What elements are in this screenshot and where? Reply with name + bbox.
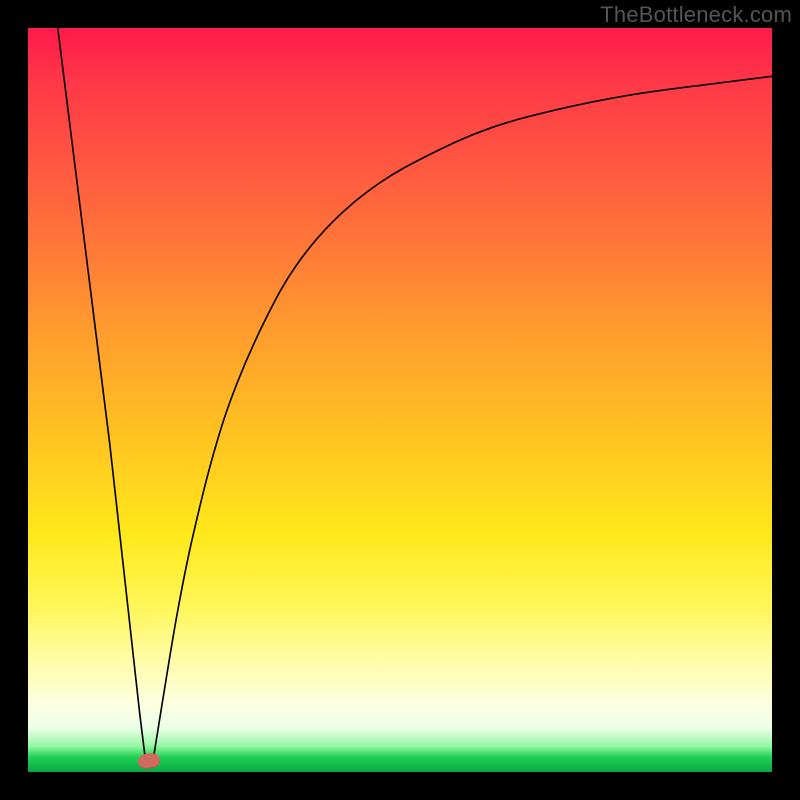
chart-frame: TheBottleneck.com (0, 0, 800, 800)
plot-area (28, 28, 772, 772)
bottleneck-curve (28, 28, 772, 772)
curve-left-branch (58, 28, 146, 761)
curve-right-branch (153, 76, 772, 760)
watermark-text: TheBottleneck.com (600, 2, 792, 28)
